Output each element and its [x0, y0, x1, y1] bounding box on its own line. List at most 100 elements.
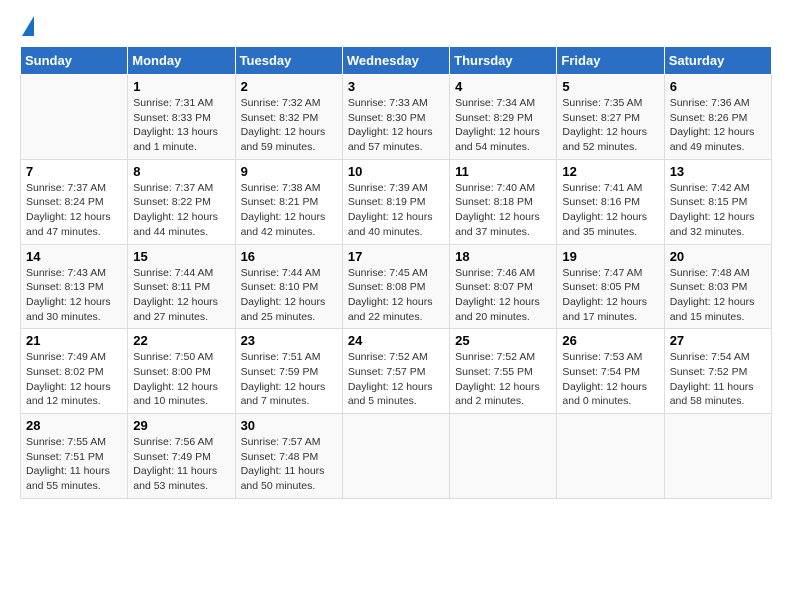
- calendar-week-row: 14 Sunrise: 7:43 AM Sunset: 8:13 PM Dayli…: [21, 244, 772, 329]
- calendar-cell: 25 Sunrise: 7:52 AM Sunset: 7:55 PM Dayli…: [450, 329, 557, 414]
- calendar-week-row: 21 Sunrise: 7:49 AM Sunset: 8:02 PM Dayli…: [21, 329, 772, 414]
- day-number: 19: [562, 249, 658, 264]
- calendar-cell: 17 Sunrise: 7:45 AM Sunset: 8:08 PM Dayli…: [342, 244, 449, 329]
- day-number: 8: [133, 164, 229, 179]
- day-number: 13: [670, 164, 766, 179]
- logo-triangle-icon: [22, 16, 34, 36]
- column-header-monday: Monday: [128, 47, 235, 75]
- calendar-cell: 22 Sunrise: 7:50 AM Sunset: 8:00 PM Dayli…: [128, 329, 235, 414]
- calendar-cell: 9 Sunrise: 7:38 AM Sunset: 8:21 PM Daylig…: [235, 159, 342, 244]
- day-number: 24: [348, 333, 444, 348]
- day-number: 6: [670, 79, 766, 94]
- day-number: 10: [348, 164, 444, 179]
- day-number: 15: [133, 249, 229, 264]
- column-header-wednesday: Wednesday: [342, 47, 449, 75]
- calendar-cell: 3 Sunrise: 7:33 AM Sunset: 8:30 PM Daylig…: [342, 75, 449, 160]
- day-info: Sunrise: 7:49 AM Sunset: 8:02 PM Dayligh…: [26, 350, 122, 409]
- day-info: Sunrise: 7:56 AM Sunset: 7:49 PM Dayligh…: [133, 435, 229, 494]
- day-number: 20: [670, 249, 766, 264]
- calendar-cell: 26Sunrise: 7:53 AM Sunset: 7:54 PM Dayli…: [557, 329, 664, 414]
- day-number: 16: [241, 249, 337, 264]
- calendar-cell: 7 Sunrise: 7:37 AM Sunset: 8:24 PM Daylig…: [21, 159, 128, 244]
- calendar-cell: 16 Sunrise: 7:44 AM Sunset: 8:10 PM Dayli…: [235, 244, 342, 329]
- day-info: Sunrise: 7:33 AM Sunset: 8:30 PM Dayligh…: [348, 96, 444, 155]
- day-number: 2: [241, 79, 337, 94]
- calendar-cell: 20Sunrise: 7:48 AM Sunset: 8:03 PM Dayli…: [664, 244, 771, 329]
- calendar-cell: 8 Sunrise: 7:37 AM Sunset: 8:22 PM Daylig…: [128, 159, 235, 244]
- day-info: Sunrise: 7:53 AM Sunset: 7:54 PM Dayligh…: [562, 350, 658, 409]
- day-number: 14: [26, 249, 122, 264]
- calendar-cell: 29 Sunrise: 7:56 AM Sunset: 7:49 PM Dayli…: [128, 414, 235, 499]
- day-info: Sunrise: 7:55 AM Sunset: 7:51 PM Dayligh…: [26, 435, 122, 494]
- calendar-cell: 18 Sunrise: 7:46 AM Sunset: 8:07 PM Dayli…: [450, 244, 557, 329]
- day-info: Sunrise: 7:45 AM Sunset: 8:08 PM Dayligh…: [348, 266, 444, 325]
- day-number: 7: [26, 164, 122, 179]
- day-number: 17: [348, 249, 444, 264]
- day-number: 5: [562, 79, 658, 94]
- calendar-cell: 24 Sunrise: 7:52 AM Sunset: 7:57 PM Dayli…: [342, 329, 449, 414]
- calendar-cell: [450, 414, 557, 499]
- day-info: Sunrise: 7:42 AM Sunset: 8:15 PM Dayligh…: [670, 181, 766, 240]
- calendar-cell: 12Sunrise: 7:41 AM Sunset: 8:16 PM Dayli…: [557, 159, 664, 244]
- day-number: 3: [348, 79, 444, 94]
- calendar-week-row: 1Sunrise: 7:31 AM Sunset: 8:33 PM Daylig…: [21, 75, 772, 160]
- day-info: Sunrise: 7:46 AM Sunset: 8:07 PM Dayligh…: [455, 266, 551, 325]
- calendar-cell: 21 Sunrise: 7:49 AM Sunset: 8:02 PM Dayli…: [21, 329, 128, 414]
- day-info: Sunrise: 7:43 AM Sunset: 8:13 PM Dayligh…: [26, 266, 122, 325]
- calendar-cell: 27 Sunrise: 7:54 AM Sunset: 7:52 PM Dayli…: [664, 329, 771, 414]
- day-number: 23: [241, 333, 337, 348]
- calendar-cell: 1Sunrise: 7:31 AM Sunset: 8:33 PM Daylig…: [128, 75, 235, 160]
- calendar-cell: [664, 414, 771, 499]
- column-header-friday: Friday: [557, 47, 664, 75]
- calendar-cell: 2 Sunrise: 7:32 AM Sunset: 8:32 PM Daylig…: [235, 75, 342, 160]
- day-number: 22: [133, 333, 229, 348]
- column-header-sunday: Sunday: [21, 47, 128, 75]
- day-number: 9: [241, 164, 337, 179]
- calendar-cell: 11 Sunrise: 7:40 AM Sunset: 8:18 PM Dayli…: [450, 159, 557, 244]
- calendar-cell: [342, 414, 449, 499]
- day-number: 25: [455, 333, 551, 348]
- calendar-cell: [557, 414, 664, 499]
- day-info: Sunrise: 7:34 AM Sunset: 8:29 PM Dayligh…: [455, 96, 551, 155]
- calendar-cell: 13 Sunrise: 7:42 AM Sunset: 8:15 PM Dayli…: [664, 159, 771, 244]
- day-info: Sunrise: 7:32 AM Sunset: 8:32 PM Dayligh…: [241, 96, 337, 155]
- day-info: Sunrise: 7:40 AM Sunset: 8:18 PM Dayligh…: [455, 181, 551, 240]
- day-info: Sunrise: 7:57 AM Sunset: 7:48 PM Dayligh…: [241, 435, 337, 494]
- day-info: Sunrise: 7:31 AM Sunset: 8:33 PM Dayligh…: [133, 96, 229, 155]
- calendar-week-row: 7 Sunrise: 7:37 AM Sunset: 8:24 PM Daylig…: [21, 159, 772, 244]
- day-info: Sunrise: 7:37 AM Sunset: 8:22 PM Dayligh…: [133, 181, 229, 240]
- day-info: Sunrise: 7:35 AM Sunset: 8:27 PM Dayligh…: [562, 96, 658, 155]
- calendar-cell: 4 Sunrise: 7:34 AM Sunset: 8:29 PM Daylig…: [450, 75, 557, 160]
- day-info: Sunrise: 7:50 AM Sunset: 8:00 PM Dayligh…: [133, 350, 229, 409]
- day-number: 11: [455, 164, 551, 179]
- calendar-week-row: 28 Sunrise: 7:55 AM Sunset: 7:51 PM Dayli…: [21, 414, 772, 499]
- calendar-cell: 15 Sunrise: 7:44 AM Sunset: 8:11 PM Dayli…: [128, 244, 235, 329]
- day-number: 4: [455, 79, 551, 94]
- day-info: Sunrise: 7:44 AM Sunset: 8:11 PM Dayligh…: [133, 266, 229, 325]
- column-header-thursday: Thursday: [450, 47, 557, 75]
- day-number: 27: [670, 333, 766, 348]
- day-info: Sunrise: 7:52 AM Sunset: 7:55 PM Dayligh…: [455, 350, 551, 409]
- day-number: 18: [455, 249, 551, 264]
- calendar-cell: 6 Sunrise: 7:36 AM Sunset: 8:26 PM Daylig…: [664, 75, 771, 160]
- calendar-cell: 23Sunrise: 7:51 AM Sunset: 7:59 PM Dayli…: [235, 329, 342, 414]
- day-info: Sunrise: 7:39 AM Sunset: 8:19 PM Dayligh…: [348, 181, 444, 240]
- day-number: 12: [562, 164, 658, 179]
- column-header-tuesday: Tuesday: [235, 47, 342, 75]
- day-info: Sunrise: 7:37 AM Sunset: 8:24 PM Dayligh…: [26, 181, 122, 240]
- day-number: 30: [241, 418, 337, 433]
- day-info: Sunrise: 7:38 AM Sunset: 8:21 PM Dayligh…: [241, 181, 337, 240]
- day-info: Sunrise: 7:52 AM Sunset: 7:57 PM Dayligh…: [348, 350, 444, 409]
- logo: [20, 20, 34, 36]
- day-number: 21: [26, 333, 122, 348]
- day-info: Sunrise: 7:36 AM Sunset: 8:26 PM Dayligh…: [670, 96, 766, 155]
- day-info: Sunrise: 7:44 AM Sunset: 8:10 PM Dayligh…: [241, 266, 337, 325]
- day-number: 28: [26, 418, 122, 433]
- calendar-cell: 14 Sunrise: 7:43 AM Sunset: 8:13 PM Dayli…: [21, 244, 128, 329]
- day-number: 29: [133, 418, 229, 433]
- page-header: [20, 20, 772, 36]
- calendar-cell: 19Sunrise: 7:47 AM Sunset: 8:05 PM Dayli…: [557, 244, 664, 329]
- calendar-cell: 30 Sunrise: 7:57 AM Sunset: 7:48 PM Dayli…: [235, 414, 342, 499]
- day-info: Sunrise: 7:54 AM Sunset: 7:52 PM Dayligh…: [670, 350, 766, 409]
- calendar-cell: 10 Sunrise: 7:39 AM Sunset: 8:19 PM Dayli…: [342, 159, 449, 244]
